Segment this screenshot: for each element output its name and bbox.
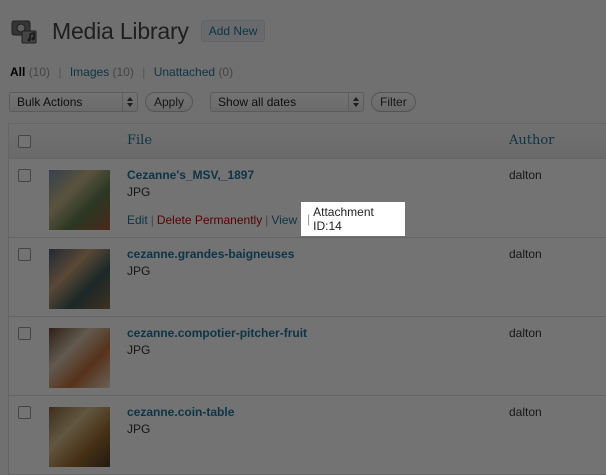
- file-type: JPG: [127, 343, 151, 357]
- file-type: JPG: [127, 185, 151, 199]
- file-name-link[interactable]: cezanne.coin-table: [127, 405, 234, 419]
- row-checkbox[interactable]: [18, 169, 31, 182]
- date-filter-select[interactable]: Show all dates: [210, 92, 365, 112]
- table-header: File Author: [9, 124, 606, 159]
- add-new-button[interactable]: Add New: [200, 20, 266, 42]
- author-name: dalton: [509, 168, 542, 182]
- edit-link[interactable]: Edit: [127, 213, 148, 227]
- media-filter-links: All (10) | Images (10) | Unattached (0): [10, 65, 234, 79]
- thumbnail-image[interactable]: [49, 407, 110, 467]
- bulk-actions-select[interactable]: Bulk Actions: [9, 92, 138, 112]
- table-toolbar: Bulk Actions Apply Show all dates Filter: [9, 92, 416, 112]
- select-all-checkbox[interactable]: [18, 135, 31, 148]
- select-arrows-icon: [122, 93, 137, 111]
- column-file[interactable]: File: [127, 133, 152, 148]
- author-name: dalton: [509, 247, 542, 261]
- delete-permanently-link[interactable]: Delete Permanently: [157, 213, 262, 227]
- apply-button[interactable]: Apply: [145, 92, 194, 112]
- row-checkbox[interactable]: [18, 327, 31, 340]
- row-actions: Edit | Delete Permanently | View: [127, 213, 298, 227]
- file-type: JPG: [127, 422, 151, 436]
- row-checkbox[interactable]: [18, 248, 31, 261]
- file-name-link[interactable]: cezanne.compotier-pitcher-fruit: [127, 326, 307, 340]
- author-name: dalton: [509, 326, 542, 340]
- select-arrows-icon: [348, 93, 363, 111]
- filter-images[interactable]: Images (10): [70, 65, 134, 79]
- media-table: File Author Cezanne's_MSV,_1897 JPG dalton…: [8, 123, 606, 475]
- table-row: cezanne.compotier-pitcher-fruit JPG dalton: [9, 317, 606, 396]
- author-name: dalton: [509, 405, 542, 419]
- thumbnail-image[interactable]: [49, 249, 110, 309]
- media-library-icon: [10, 15, 42, 47]
- filter-unattached[interactable]: Unattached (0): [154, 65, 233, 79]
- filter-all[interactable]: All (10): [10, 65, 50, 79]
- table-row: cezanne.coin-table JPG dalton: [9, 396, 606, 475]
- row-checkbox[interactable]: [18, 406, 31, 419]
- file-name-link[interactable]: Cezanne's_MSV,_1897: [127, 168, 254, 182]
- table-row: cezanne.grandes-baigneuses JPG dalton: [9, 238, 606, 317]
- page-title: Media Library: [52, 17, 189, 44]
- attachment-id-highlight: | Attachment ID:14: [301, 202, 405, 236]
- column-author[interactable]: Author: [509, 133, 554, 148]
- file-type: JPG: [127, 264, 151, 278]
- thumbnail-image[interactable]: [49, 170, 110, 230]
- file-name-link[interactable]: cezanne.grandes-baigneuses: [127, 247, 294, 261]
- page-header: Media Library Add New: [10, 14, 266, 48]
- view-link[interactable]: View: [271, 213, 297, 227]
- filter-button[interactable]: Filter: [371, 92, 416, 112]
- thumbnail-image[interactable]: [49, 328, 110, 388]
- attachment-id-label: Attachment ID:14: [313, 205, 374, 233]
